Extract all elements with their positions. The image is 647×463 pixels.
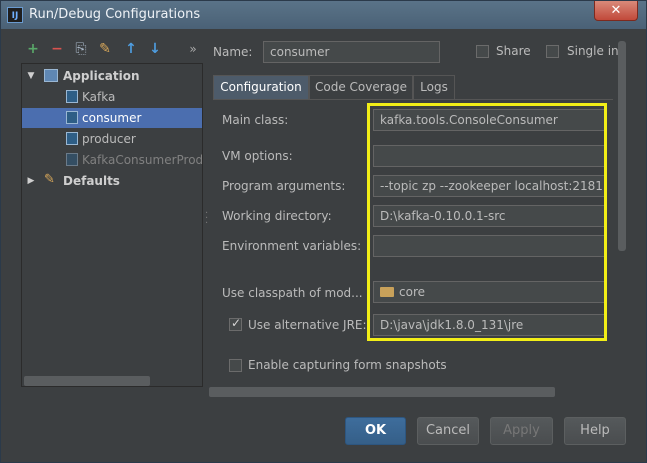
tree-item-kafkaconsumerprod[interactable]: KafkaConsumerProd — [22, 150, 202, 170]
collapsed-arrow-icon[interactable]: ▶ — [26, 171, 36, 191]
remove-icon[interactable]: − — [49, 41, 65, 57]
environment-variables-label: Environment variables: — [222, 239, 362, 253]
classpath-module-label: Use classpath of mod... — [222, 286, 363, 300]
close-button[interactable]: ✕ — [594, 1, 638, 21]
application-icon — [44, 69, 58, 82]
tree-item-label: Application — [63, 69, 140, 83]
splitter-handle[interactable]: · · · — [205, 209, 209, 229]
cancel-button[interactable]: Cancel — [417, 417, 479, 445]
help-button[interactable]: Help — [564, 417, 626, 445]
tree-item-label: KafkaConsumerProd — [82, 153, 203, 167]
tree-item-label: Kafka — [82, 90, 116, 104]
tree-item-producer[interactable]: producer — [22, 129, 202, 149]
single-instance-label: Single in — [567, 44, 619, 58]
alternative-jre-label: Use alternative JRE: — [248, 318, 367, 332]
working-directory-label: Working directory: — [222, 209, 332, 223]
expanded-arrow-icon[interactable]: ▼ — [26, 66, 36, 86]
window-title: Run/Debug Configurations — [29, 7, 201, 22]
more-icon[interactable]: » — [185, 41, 201, 57]
share-label: Share — [496, 44, 531, 58]
panel-vertical-scrollbar[interactable] — [618, 41, 626, 251]
name-label: Name: — [213, 45, 253, 59]
form-snapshots-label: Enable capturing form snapshots — [248, 358, 447, 372]
tree-item-consumer[interactable]: consumer — [22, 108, 202, 128]
run-config-icon — [66, 111, 78, 124]
tab-code-coverage[interactable]: Code Coverage — [309, 75, 413, 99]
tab-logs[interactable]: Logs — [413, 75, 455, 99]
main-class-label: Main class: — [222, 113, 289, 127]
name-input[interactable]: consumer — [263, 41, 440, 63]
title-bar[interactable]: IJ Run/Debug Configurations ✕ — [1, 1, 646, 29]
tree-item-kafka[interactable]: Kafka — [22, 87, 202, 107]
tree-horizontal-scrollbar[interactable] — [24, 376, 150, 386]
panel-horizontal-scrollbar[interactable] — [209, 387, 555, 397]
ok-button[interactable]: OK — [345, 417, 406, 445]
vm-options-label: VM options: — [222, 149, 293, 163]
share-checkbox[interactable] — [476, 45, 489, 58]
dialog-window: IJ Run/Debug Configurations ✕ + − ⎘ ✎ ↑ … — [0, 0, 647, 463]
wrench-icon: ✎ — [44, 172, 55, 187]
annotation-highlight-box — [367, 103, 607, 341]
alternative-jre-checkbox[interactable] — [229, 316, 242, 331]
intellij-app-icon: IJ — [7, 7, 23, 23]
move-down-icon[interactable]: ↓ — [147, 41, 163, 57]
configuration-tree[interactable]: ▼ Application Kafka consumer producer Ka… — [21, 63, 203, 387]
move-up-icon[interactable]: ↑ — [123, 41, 139, 57]
dialog-content: + − ⎘ ✎ ↑ ↓ » ▼ Application Kafka consum… — [9, 31, 638, 456]
run-config-icon — [66, 153, 78, 166]
apply-button[interactable]: Apply — [490, 417, 553, 445]
add-icon[interactable]: + — [25, 41, 41, 57]
tree-item-label: consumer — [82, 111, 142, 125]
copy-icon[interactable]: ⎘ — [73, 41, 89, 57]
program-arguments-label: Program arguments: — [222, 179, 346, 193]
tree-item-label: Defaults — [63, 174, 120, 188]
edit-defaults-icon[interactable]: ✎ — [97, 41, 113, 57]
single-instance-checkbox[interactable] — [546, 45, 559, 58]
run-config-icon — [66, 90, 78, 103]
tree-item-label: producer — [82, 132, 136, 146]
tree-item-defaults[interactable]: ▶ ✎ Defaults — [22, 171, 202, 191]
tree-item-application[interactable]: ▼ Application — [22, 66, 202, 86]
form-snapshots-checkbox[interactable] — [229, 359, 242, 372]
tab-configuration[interactable]: Configuration — [213, 75, 309, 99]
run-config-icon — [66, 132, 78, 145]
